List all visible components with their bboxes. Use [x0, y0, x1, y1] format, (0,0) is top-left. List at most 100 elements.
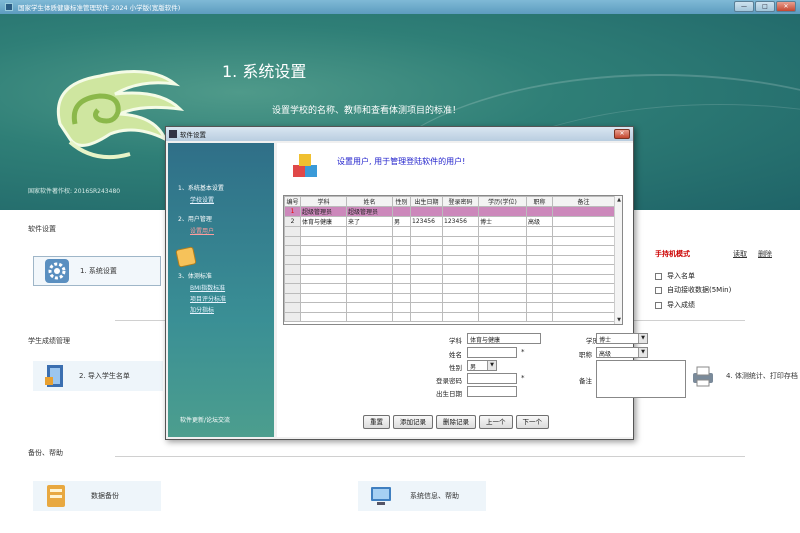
column-header[interactable]: 职称 — [526, 196, 553, 207]
table-row[interactable] — [284, 264, 615, 275]
previous-button[interactable]: 上一个 — [479, 415, 513, 429]
column-header[interactable]: 学科 — [300, 196, 347, 207]
column-header[interactable]: 编号 — [284, 196, 301, 207]
dialog-close-button[interactable]: ✕ — [614, 129, 630, 139]
degree-select[interactable]: 博士 ▼ — [596, 333, 648, 344]
stats-print-tile[interactable]: 4. 体测统计、打印存档 — [680, 361, 800, 391]
table-row[interactable] — [284, 273, 615, 284]
sidebar-footer-link[interactable]: 软件更新/论坛交流 — [180, 415, 230, 424]
title-select[interactable]: 高级 ▼ — [596, 347, 648, 358]
delete-record-button[interactable]: 删除记录 — [436, 415, 476, 429]
row-header[interactable] — [284, 302, 301, 313]
column-header[interactable]: 姓名 — [346, 196, 393, 207]
table-cell[interactable] — [552, 216, 615, 227]
scroll-up-arrow-icon[interactable]: ▲ — [615, 196, 622, 204]
system-settings-tile[interactable]: 1. 系统设置 — [33, 256, 161, 286]
gender-select[interactable]: 男 ▼ — [467, 360, 497, 371]
table-header-row: 编号 学科 姓名 性别 出生日期 登录密码 学历(学位) 职称 备注 — [284, 196, 615, 207]
row-header[interactable] — [284, 226, 301, 237]
import-scores-checkbox[interactable]: 导入成绩 — [655, 300, 695, 310]
dropdown-arrow-icon[interactable]: ▼ — [638, 334, 647, 343]
sidebar-item-bonus[interactable]: 加分指标 — [190, 305, 214, 314]
table-cell[interactable] — [526, 206, 553, 217]
table-cell[interactable]: 超级管理员 — [300, 206, 347, 217]
table-cell[interactable] — [552, 206, 615, 217]
app-icon — [5, 3, 13, 11]
table-row[interactable] — [284, 302, 615, 313]
scroll-down-arrow-icon[interactable]: ▼ — [615, 316, 622, 324]
table-row[interactable] — [284, 245, 615, 256]
table-cell[interactable]: 1 — [284, 206, 301, 217]
column-header[interactable]: 学历(学位) — [478, 196, 527, 207]
auto-receive-checkbox[interactable]: 自动接收数据(5Min) — [655, 285, 731, 295]
table-cell[interactable]: 超级管理员 — [346, 206, 393, 217]
row-header[interactable] — [284, 283, 301, 294]
read-link[interactable]: 读取 — [733, 249, 747, 259]
column-header[interactable]: 备注 — [552, 196, 615, 207]
table-row[interactable] — [284, 292, 615, 303]
table-cell[interactable]: 123456 — [410, 216, 443, 227]
sidebar-item-scoring[interactable]: 项目评分标准 — [190, 294, 226, 303]
table-cell[interactable]: 高级 — [526, 216, 553, 227]
close-button[interactable]: ✕ — [776, 1, 796, 12]
table-row[interactable] — [284, 235, 615, 246]
dialog-title: 软件设置 — [180, 131, 206, 139]
import-students-tile[interactable]: 2. 导入学生名单 — [33, 361, 163, 391]
delete-link[interactable]: 删除 — [758, 249, 772, 259]
add-record-button[interactable]: 添加记录 — [393, 415, 433, 429]
sys-info-tile[interactable]: 系统信息、帮助 — [358, 481, 486, 511]
password-field[interactable] — [467, 373, 517, 384]
minimize-button[interactable]: — — [734, 1, 754, 12]
column-header[interactable]: 出生日期 — [410, 196, 443, 207]
table-cell[interactable]: 来了 — [346, 216, 393, 227]
table-row[interactable]: 2 体育与健康 来了 男 123456 123456 博士 高级 — [284, 216, 615, 227]
row-header[interactable] — [284, 235, 301, 246]
dropdown-arrow-icon[interactable]: ▼ — [487, 361, 496, 370]
row-header[interactable] — [284, 254, 301, 265]
birth-date-field[interactable] — [467, 386, 517, 397]
sidebar-group-users: 2、用户管理 — [178, 216, 212, 223]
row-header[interactable] — [284, 264, 301, 275]
dropdown-arrow-icon[interactable]: ▼ — [638, 348, 647, 357]
dialog-icon — [169, 130, 177, 138]
table-cell[interactable]: 2 — [284, 216, 301, 227]
maximize-button[interactable]: □ — [755, 1, 775, 12]
import-list-checkbox[interactable]: 导入名单 — [655, 271, 695, 281]
checkbox[interactable] — [655, 286, 662, 294]
data-backup-tile[interactable]: 数据备份 — [33, 481, 161, 511]
table-row[interactable] — [284, 254, 615, 265]
column-header[interactable]: 登录密码 — [442, 196, 479, 207]
book-icon — [45, 365, 63, 387]
table-cell[interactable]: 男 — [392, 216, 411, 227]
table-cell[interactable]: 123456 — [442, 216, 479, 227]
name-field[interactable] — [467, 347, 517, 358]
remark-textarea[interactable] — [596, 360, 686, 398]
table-row[interactable] — [284, 226, 615, 237]
column-header[interactable]: 性别 — [392, 196, 411, 207]
checkbox-label: 自动接收数据(5Min) — [667, 286, 732, 294]
window-controls: — □ ✕ — [734, 1, 796, 12]
table-row[interactable] — [284, 283, 615, 294]
row-header[interactable] — [284, 273, 301, 284]
section-label-settings: 软件设置 — [28, 225, 56, 233]
checkbox[interactable] — [655, 301, 662, 309]
table-row[interactable] — [284, 311, 615, 322]
table-cell[interactable]: 博士 — [478, 216, 527, 227]
users-grid[interactable]: 编号 学科 姓名 性别 出生日期 登录密码 学历(学位) 职称 备注 1 超级管 — [283, 195, 623, 325]
table-cell[interactable] — [392, 206, 411, 217]
sidebar-item-users[interactable]: 设置用户 — [190, 226, 214, 235]
row-header[interactable] — [284, 245, 301, 256]
sidebar-item-bmi[interactable]: BMI指数标准 — [190, 283, 225, 292]
row-header[interactable] — [284, 311, 301, 322]
table-row[interactable]: 1 超级管理员 超级管理员 — [284, 206, 615, 217]
row-header[interactable] — [284, 292, 301, 303]
checkbox[interactable] — [655, 272, 662, 280]
table-cell[interactable] — [410, 206, 443, 217]
table-cell[interactable] — [442, 206, 479, 217]
next-button[interactable]: 下一个 — [515, 415, 549, 429]
reset-button[interactable]: 重置 — [363, 415, 390, 429]
grid-scrollbar[interactable]: ▲ ▼ — [614, 196, 622, 324]
sidebar-item-school[interactable]: 学校设置 — [190, 195, 214, 204]
table-cell[interactable]: 体育与健康 — [300, 216, 347, 227]
table-cell[interactable] — [478, 206, 527, 217]
